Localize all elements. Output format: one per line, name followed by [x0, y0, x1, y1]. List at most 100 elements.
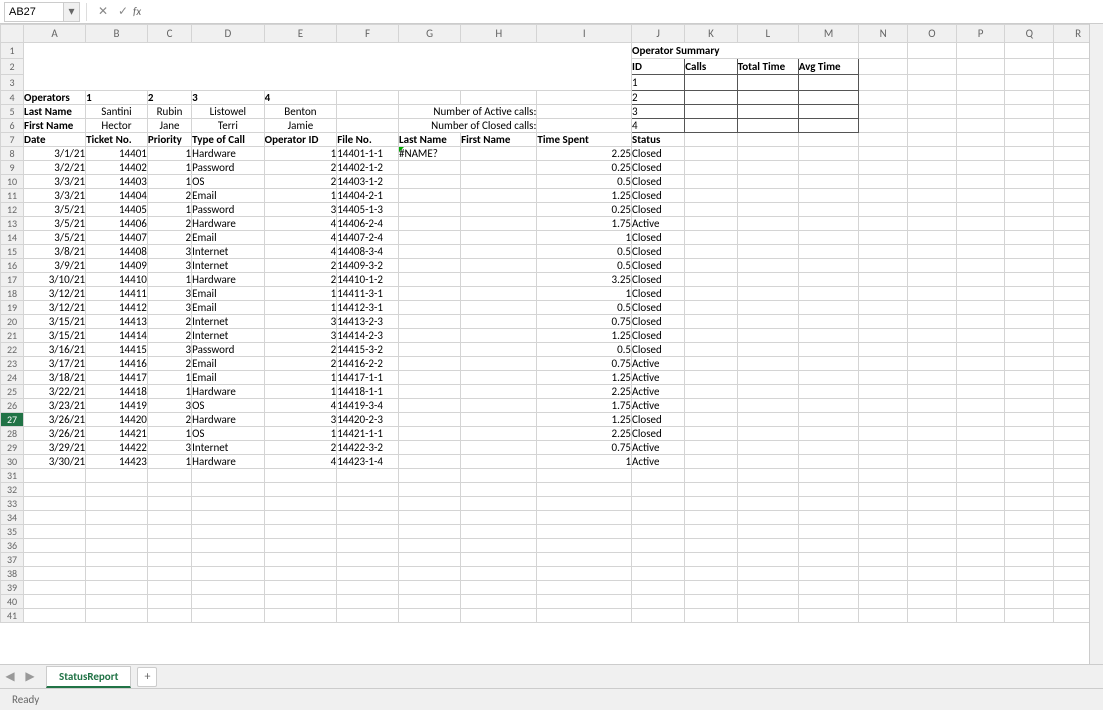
cell[interactable] — [461, 483, 537, 497]
cell[interactable] — [264, 595, 337, 609]
cell[interactable] — [859, 539, 908, 553]
cell-lastname[interactable] — [398, 259, 460, 273]
op-summary-val[interactable] — [798, 91, 859, 105]
op-summary-val[interactable] — [685, 105, 738, 119]
cell-op[interactable]: 1 — [264, 189, 337, 203]
cell[interactable] — [737, 385, 798, 399]
op-summary-val[interactable] — [798, 119, 859, 133]
cell[interactable] — [956, 133, 1005, 147]
op-summary-val[interactable] — [685, 75, 738, 91]
cell-date[interactable]: 3/8/21 — [24, 245, 86, 259]
cell-type[interactable]: OS — [192, 175, 265, 189]
cell[interactable] — [737, 399, 798, 413]
cell[interactable] — [859, 609, 908, 623]
cell-op[interactable]: 2 — [264, 343, 337, 357]
cell[interactable] — [337, 483, 399, 497]
cell[interactable] — [685, 497, 738, 511]
cell[interactable] — [956, 469, 1005, 483]
cell-lastname[interactable] — [398, 385, 460, 399]
cell[interactable] — [685, 399, 738, 413]
cell-firstname[interactable] — [461, 259, 537, 273]
cell[interactable] — [86, 483, 148, 497]
cell[interactable] — [956, 539, 1005, 553]
cell[interactable] — [859, 105, 908, 119]
row-header-35[interactable]: 35 — [1, 525, 24, 539]
cell[interactable] — [798, 231, 859, 245]
row-header-22[interactable]: 22 — [1, 343, 24, 357]
cell[interactable] — [956, 161, 1005, 175]
cell[interactable] — [798, 567, 859, 581]
cell[interactable] — [956, 385, 1005, 399]
cell[interactable] — [1005, 189, 1054, 203]
cell[interactable] — [685, 315, 738, 329]
cell[interactable] — [461, 595, 537, 609]
cell[interactable] — [798, 413, 859, 427]
cell-status[interactable]: Closed — [632, 161, 685, 175]
cell[interactable] — [86, 553, 148, 567]
cell[interactable] — [908, 427, 957, 441]
cell-date[interactable]: 3/3/21 — [24, 175, 86, 189]
cell-firstname[interactable] — [461, 329, 537, 343]
cell[interactable] — [956, 217, 1005, 231]
cell-priority[interactable]: 1 — [147, 175, 191, 189]
cell[interactable] — [859, 399, 908, 413]
cell-time[interactable]: 1.25 — [537, 371, 632, 385]
cell-time[interactable]: 0.5 — [537, 343, 632, 357]
cell-file[interactable]: 14414-2-3 — [337, 329, 399, 343]
cell[interactable] — [859, 553, 908, 567]
cell-priority[interactable]: 2 — [147, 217, 191, 231]
cell[interactable] — [859, 161, 908, 175]
cell-firstname[interactable] — [461, 301, 537, 315]
cell[interactable] — [908, 301, 957, 315]
cell[interactable] — [908, 105, 957, 119]
cell[interactable] — [685, 175, 738, 189]
col-header-L[interactable]: L — [737, 25, 798, 43]
cell[interactable] — [461, 553, 537, 567]
cell-ticket[interactable]: 14419 — [86, 399, 148, 413]
cell-op[interactable]: 4 — [264, 399, 337, 413]
cell-date[interactable]: 3/30/21 — [24, 455, 86, 469]
cell[interactable] — [908, 119, 957, 133]
cell[interactable] — [798, 357, 859, 371]
cell[interactable] — [859, 455, 908, 469]
cell[interactable] — [908, 497, 957, 511]
cell[interactable] — [264, 581, 337, 595]
cell-priority[interactable]: 2 — [147, 231, 191, 245]
cell[interactable] — [1005, 497, 1054, 511]
cell[interactable] — [956, 75, 1005, 91]
cell-time[interactable]: 0.5 — [537, 245, 632, 259]
cell-op[interactable]: 4 — [264, 231, 337, 245]
cell[interactable] — [461, 525, 537, 539]
cell-type[interactable]: Internet — [192, 329, 265, 343]
cell[interactable] — [632, 609, 685, 623]
cell[interactable] — [1005, 371, 1054, 385]
cell[interactable] — [632, 497, 685, 511]
row-header-18[interactable]: 18 — [1, 287, 24, 301]
cell-priority[interactable]: 1 — [147, 427, 191, 441]
cell[interactable] — [537, 553, 632, 567]
cell[interactable] — [908, 91, 957, 105]
cell-file[interactable]: 14415-3-2 — [337, 343, 399, 357]
cell[interactable] — [86, 511, 148, 525]
cell-op[interactable]: 3 — [264, 203, 337, 217]
row-header-15[interactable]: 15 — [1, 245, 24, 259]
cell[interactable] — [1005, 511, 1054, 525]
cell-op[interactable]: 1 — [264, 147, 337, 161]
cell[interactable] — [908, 231, 957, 245]
cell[interactable] — [24, 581, 86, 595]
cell[interactable] — [685, 469, 738, 483]
cell[interactable] — [798, 539, 859, 553]
cell[interactable] — [956, 43, 1005, 59]
cell[interactable] — [737, 315, 798, 329]
cell[interactable] — [1005, 105, 1054, 119]
cell[interactable] — [685, 483, 738, 497]
row-header-24[interactable]: 24 — [1, 371, 24, 385]
cell-op[interactable]: 4 — [264, 455, 337, 469]
cell-lastname[interactable] — [398, 343, 460, 357]
row-header-2[interactable]: 2 — [1, 59, 24, 75]
cell[interactable] — [398, 497, 460, 511]
cell[interactable] — [737, 343, 798, 357]
cell[interactable] — [737, 217, 798, 231]
cell[interactable] — [24, 567, 86, 581]
cell[interactable] — [632, 483, 685, 497]
